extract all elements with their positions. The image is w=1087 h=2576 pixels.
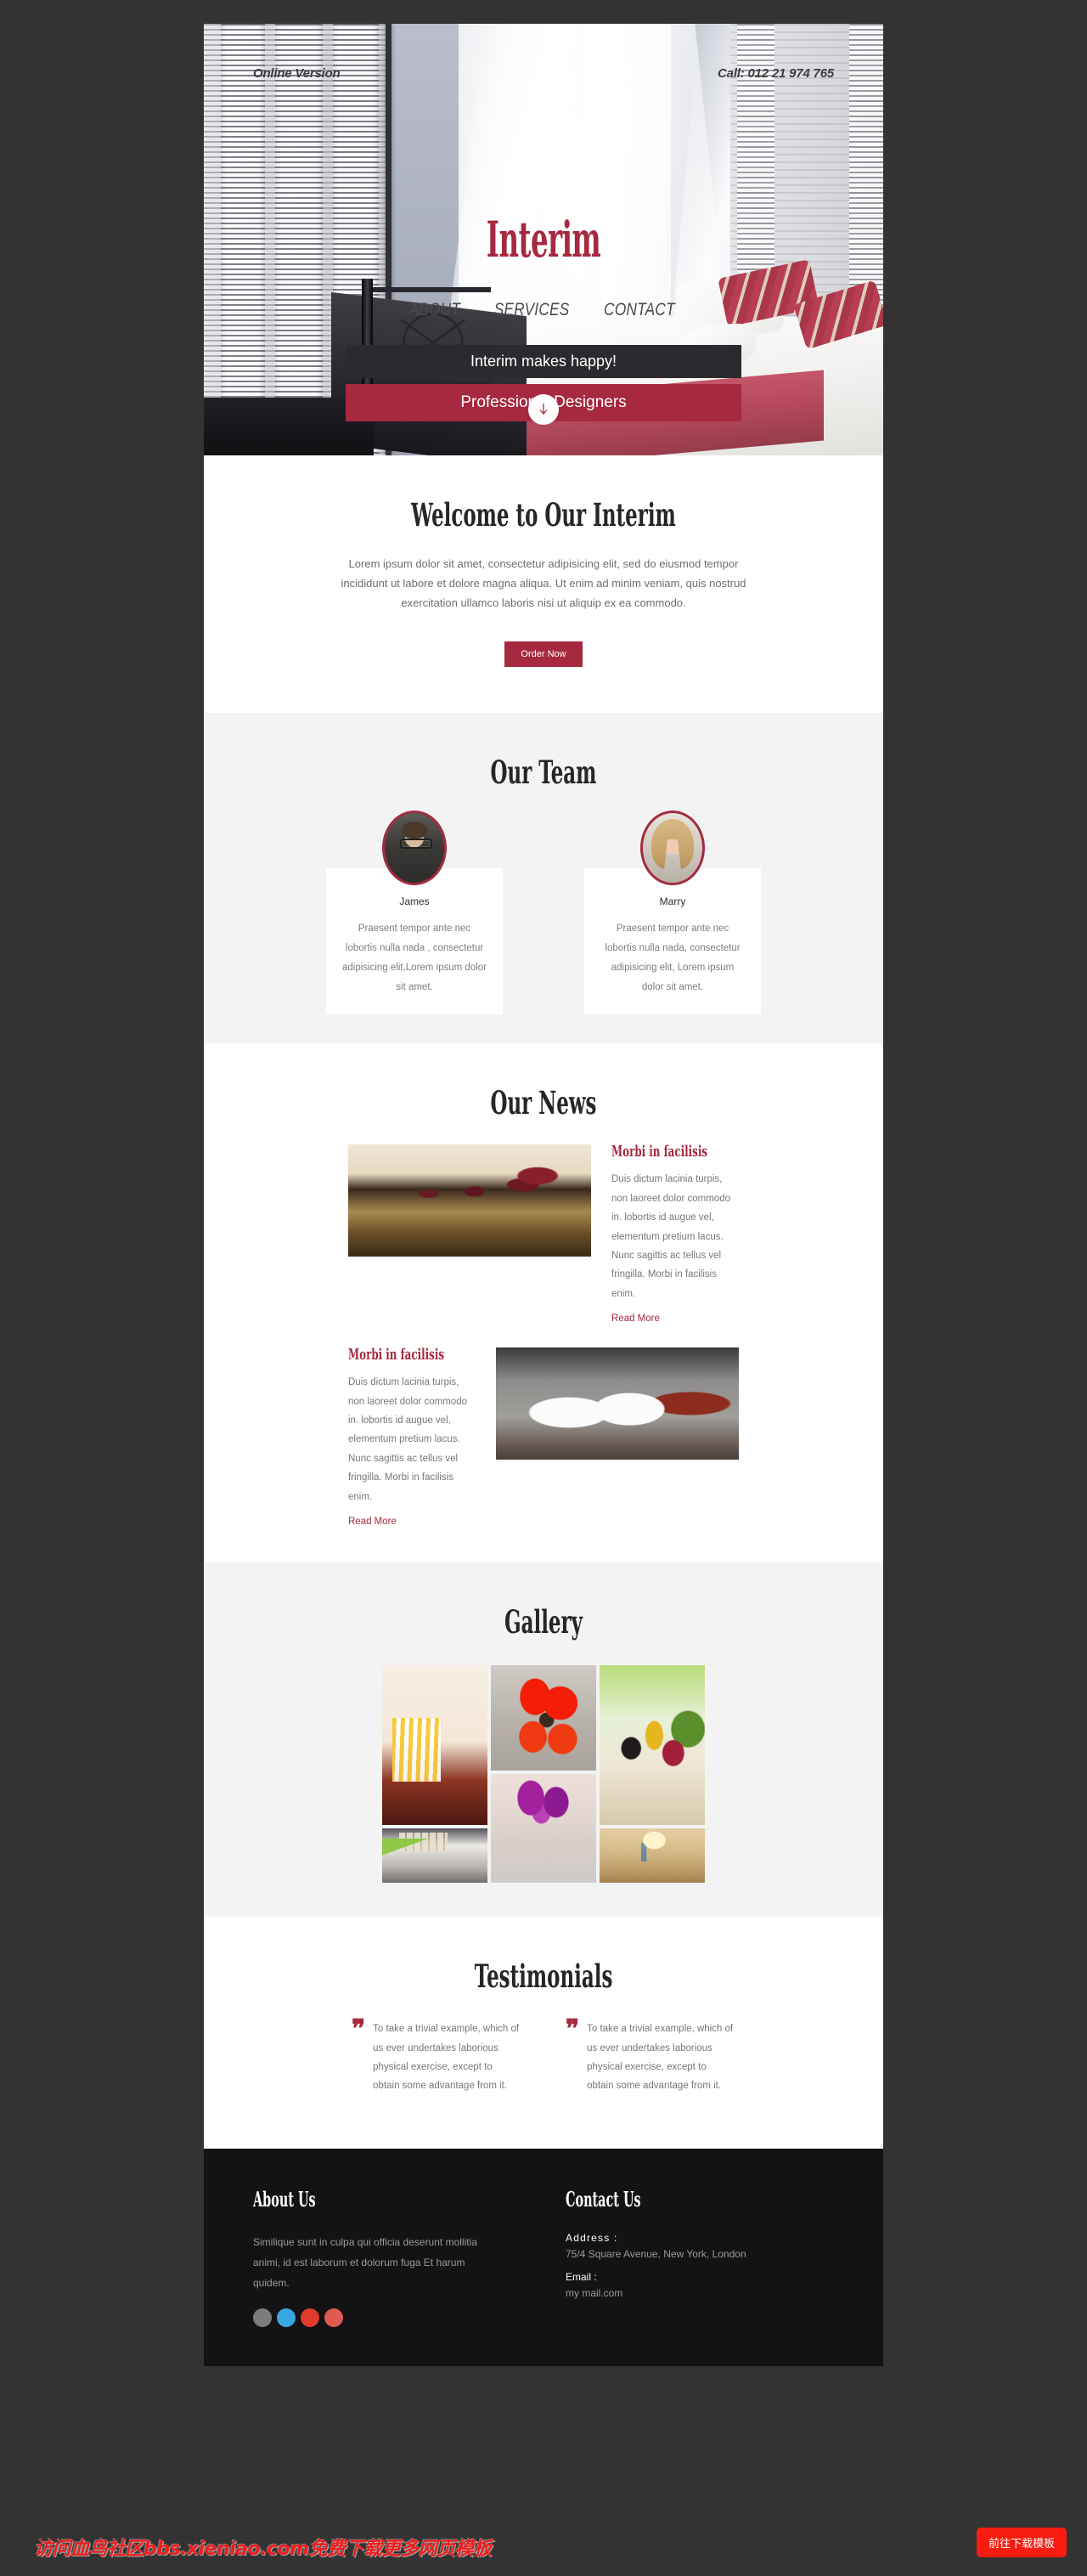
nav-item-services[interactable]: SERVICES bbox=[494, 300, 570, 320]
download-template-button[interactable]: 前往下载模板 bbox=[976, 2528, 1067, 2557]
footer-address-value: 75/4 Square Avenue, New York, London bbox=[566, 2247, 746, 2260]
team-title: Our Team bbox=[490, 754, 597, 792]
testimonial-item: ❞ To take a trivial example, which of us… bbox=[566, 2014, 735, 2096]
news-read-more-link[interactable]: Read More bbox=[348, 1517, 397, 1527]
gallery-grid bbox=[280, 1665, 807, 1884]
hero-banner: Online Version Call: 012 21 974 765 Inte… bbox=[204, 24, 883, 455]
team-member-name: James bbox=[399, 895, 430, 908]
welcome-section: Welcome to Our Interim Lorem ipsum dolor… bbox=[204, 455, 883, 714]
kitchen-still-life-photo[interactable] bbox=[600, 1665, 705, 1826]
gallery-title: Gallery bbox=[504, 1603, 583, 1641]
yellow-striped-chair-photo[interactable] bbox=[382, 1665, 487, 1826]
news-item: Morbi in facilisis Duis dictum lacinia t… bbox=[204, 1119, 883, 1325]
testimonials-list: ❞ To take a trivial example, which of us… bbox=[204, 1992, 883, 2096]
red-amaryllis-flowers-photo[interactable] bbox=[491, 1665, 596, 1771]
footer-contact-column: Contact Us Address : 75/4 Square Avenue,… bbox=[566, 2189, 803, 2327]
testimonials-section: Testimonials ❞ To take a trivial example… bbox=[204, 1917, 883, 2149]
quote-mark-icon: ❞ bbox=[352, 2014, 366, 2045]
footer-email-value[interactable]: my mail.com bbox=[566, 2283, 803, 2303]
team-member-bio: Praesent tempor ante nec lobortis nulla … bbox=[605, 924, 741, 993]
news-item: Morbi in facilisis Duis dictum lacinia t… bbox=[204, 1325, 883, 1528]
team-list: James Praesent tempor ante nec lobortis … bbox=[204, 788, 883, 1015]
testimonial-text: To take a trivial example, which of us e… bbox=[373, 2024, 520, 2092]
purple-flowers-jar-photo[interactable] bbox=[491, 1774, 596, 1884]
avatar-marry bbox=[640, 811, 705, 886]
ballroom-chandelier-photo[interactable] bbox=[600, 1828, 705, 1884]
footer-contact-title: Contact Us bbox=[566, 2186, 641, 2212]
site-footer: About Us Similique sunt in culpa qui off… bbox=[204, 2148, 883, 2366]
team-member-marry: Marry Praesent tempor ante nec lobortis … bbox=[584, 811, 761, 1015]
team-section: Our Team James Praesent tempor ante nec … bbox=[204, 713, 883, 1044]
site-container: Online Version Call: 012 21 974 765 Inte… bbox=[204, 24, 883, 2366]
brand-logo[interactable]: Interim bbox=[353, 215, 734, 264]
scroll-down-button[interactable] bbox=[528, 394, 559, 425]
footer-about-title: About Us bbox=[253, 2186, 316, 2212]
news-section: Our News Morbi in facilisis Duis dictum … bbox=[204, 1043, 883, 1563]
news-body: Duis dictum lacinia turpis, non laoreet … bbox=[348, 1377, 467, 1502]
nav-item-about[interactable]: ABOUT bbox=[409, 300, 461, 320]
footer-address-label: Address : bbox=[566, 2231, 618, 2244]
rss-icon[interactable] bbox=[324, 2308, 343, 2327]
team-card: James Praesent tempor ante nec lobortis … bbox=[326, 868, 503, 1015]
phone-number: Call: 012 21 974 765 bbox=[718, 66, 834, 81]
hero-slogan-primary: Interim makes happy! bbox=[346, 345, 741, 378]
news-body: Duis dictum lacinia turpis, non laoreet … bbox=[611, 1174, 730, 1299]
elephant-figurines-photo bbox=[496, 1347, 739, 1460]
online-version-link[interactable]: Online Version bbox=[253, 66, 341, 81]
news-title: Our News bbox=[490, 1084, 597, 1122]
footer-email-label: Email : bbox=[566, 2270, 597, 2283]
hero-topbar: Online Version Call: 012 21 974 765 bbox=[204, 66, 883, 81]
welcome-title: Welcome to Our Interim bbox=[411, 496, 676, 534]
news-read-more-link[interactable]: Read More bbox=[611, 1313, 660, 1324]
testimonial-item: ❞ To take a trivial example, which of us… bbox=[352, 2014, 521, 2096]
news-heading: Morbi in facilisis bbox=[611, 1143, 708, 1161]
green-blanket-bedroom-photo[interactable] bbox=[382, 1828, 487, 1884]
footer-social-links bbox=[253, 2308, 493, 2327]
welcome-body-text: Lorem ipsum dolor sit amet, consectetur … bbox=[341, 557, 746, 609]
order-now-button[interactable]: Order Now bbox=[504, 641, 583, 668]
footer-about-text: Similique sunt in culpa qui officia dese… bbox=[253, 2235, 477, 2289]
arrow-down-icon bbox=[538, 403, 549, 416]
banquet-hall-photo bbox=[348, 1144, 591, 1257]
facebook-icon[interactable] bbox=[253, 2308, 272, 2327]
twitter-icon[interactable] bbox=[277, 2308, 296, 2327]
nav-item-contact[interactable]: CONTACT bbox=[605, 300, 676, 320]
google-plus-icon[interactable] bbox=[301, 2308, 319, 2327]
team-member-name: Marry bbox=[659, 895, 686, 908]
team-card: Marry Praesent tempor ante nec lobortis … bbox=[584, 868, 761, 1015]
main-nav: ABOUT SERVICES CONTACT bbox=[204, 300, 883, 320]
footer-about-column: About Us Similique sunt in culpa qui off… bbox=[253, 2189, 493, 2327]
testimonial-text: To take a trivial example, which of us e… bbox=[587, 2024, 734, 2092]
avatar-james bbox=[382, 811, 447, 886]
team-member-bio: Praesent tempor ante nec lobortis nulla … bbox=[341, 924, 487, 993]
testimonials-title: Testimonials bbox=[474, 1957, 613, 1996]
news-heading: Morbi in facilisis bbox=[348, 1346, 445, 1364]
site-watermark: 访问血鸟社区bbs.xieniao.com免费下载更多网页模板 bbox=[34, 2539, 492, 2560]
team-member-james: James Praesent tempor ante nec lobortis … bbox=[326, 811, 503, 1015]
quote-mark-icon: ❞ bbox=[566, 2014, 580, 2045]
page-root: Online Version Call: 012 21 974 765 Inte… bbox=[0, 0, 1087, 2576]
gallery-section: Gallery bbox=[204, 1562, 883, 1918]
